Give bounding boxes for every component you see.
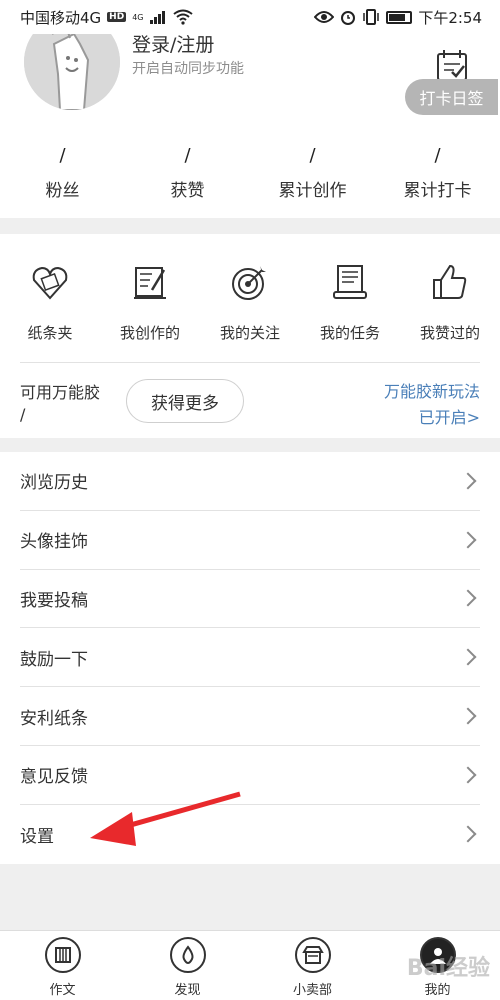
chevron-right-icon (459, 825, 477, 843)
drop-icon (169, 937, 206, 973)
carrier-label: 中国移动4G (20, 8, 102, 27)
shortcut-label: 纸条夹 (27, 324, 73, 342)
stat-value: / (309, 145, 316, 166)
shortcut-label: 我创作的 (119, 324, 180, 342)
stat-checkins[interactable]: / 累计打卡 (375, 128, 500, 218)
glue-row: 可用万能胶 / 获得更多 万能胶新玩法 已开启> (0, 363, 500, 438)
nav-tab-discover[interactable]: 发现 (125, 931, 250, 1000)
menu-item-label: 头像挂饰 (20, 532, 88, 553)
thumbs-up-icon (433, 264, 467, 299)
menu-item-avatar-decoration[interactable]: 头像挂饰 (20, 511, 480, 570)
shortcut-folder[interactable]: 纸条夹 (0, 234, 100, 362)
stat-label: 获赞 (170, 181, 205, 201)
chevron-right-icon (459, 589, 477, 607)
signal-icon (150, 11, 166, 24)
shortcut-tasks[interactable]: 我的任务 (300, 234, 400, 362)
profile-header: 登录/注册 开启自动同步功能 打卡日签 (0, 14, 500, 128)
menu-item-submit[interactable]: 我要投稿 (20, 570, 480, 629)
nav-label: 发现 (174, 983, 201, 998)
chevron-right-icon (459, 707, 477, 725)
stat-value: / (434, 145, 441, 166)
stat-value: / (184, 145, 191, 166)
shortcut-panel: 纸条夹 我创作的 我的关注 我的任务 我赞过的 可用万能胶 / 获得更多 万能胶… (0, 234, 500, 438)
document-pen-icon (134, 267, 166, 299)
chevron-right-icon (459, 766, 477, 784)
login-register-link[interactable]: 登录/注册 (132, 30, 214, 57)
checkin-button[interactable]: 打卡日签 (405, 79, 498, 115)
eye-icon (314, 11, 335, 23)
chevron-right-icon (459, 531, 477, 549)
menu-item-label: 我要投稿 (20, 590, 88, 611)
battery-icon (386, 10, 413, 24)
watermark: Bai经验 (406, 956, 490, 981)
sync-hint: 开启自动同步功能 (132, 61, 244, 77)
stat-value: / (59, 145, 66, 166)
menu-item-recommend[interactable]: 安利纸条 (20, 687, 480, 746)
menu-item-label: 设置 (20, 826, 54, 847)
stat-label: 粉丝 (45, 181, 80, 201)
target-icon (232, 266, 266, 300)
nav-tab-essay[interactable]: 作文 (0, 931, 125, 1000)
stat-followers[interactable]: / 粉丝 (0, 128, 125, 218)
stat-label: 累计打卡 (403, 181, 472, 201)
menu-item-label: 意见反馈 (20, 767, 88, 788)
chevron-right-icon (459, 648, 477, 666)
shortcut-following[interactable]: 我的关注 (200, 234, 300, 362)
settings-menu: 浏览历史 头像挂饰 我要投稿 鼓励一下 安利纸条 意见反馈 设置 (0, 452, 500, 864)
alarm-icon (341, 11, 356, 25)
menu-item-label: 安利纸条 (20, 708, 88, 729)
chevron-right-icon (459, 472, 477, 490)
nav-label: 小卖部 (292, 983, 332, 998)
wifi-icon (173, 9, 194, 25)
annotation-arrow-icon (90, 791, 241, 846)
menu-item-label: 浏览历史 (20, 473, 88, 494)
nav-tab-shop[interactable]: 小卖部 (250, 931, 375, 1000)
shortcut-label: 我赞过的 (419, 324, 480, 342)
clock-label: 下午2:54 (418, 8, 482, 27)
shortcut-label: 我的任务 (319, 324, 380, 342)
new-play-line2: 已开启> (418, 408, 480, 427)
shop-icon (294, 937, 331, 973)
new-play-line1: 万能胶新玩法 (383, 382, 480, 401)
stat-creations[interactable]: / 累计创作 (250, 128, 375, 218)
shortcut-liked[interactable]: 我赞过的 (400, 234, 500, 362)
shortcut-label: 我的关注 (219, 324, 280, 342)
glue-label: 可用万能胶 (20, 383, 101, 402)
hd-badge: HD (107, 12, 127, 22)
scroll-icon (333, 265, 367, 299)
menu-item-encourage[interactable]: 鼓励一下 (20, 628, 480, 688)
stat-likes[interactable]: / 获赞 (125, 128, 250, 218)
stat-label: 累计创作 (278, 181, 347, 201)
network-label: 4G (132, 12, 144, 22)
menu-item-history[interactable]: 浏览历史 (20, 452, 480, 511)
book-icon (44, 937, 81, 973)
shortcut-my-creations[interactable]: 我创作的 (100, 234, 200, 362)
glue-value: / (20, 405, 26, 424)
stats-bar: / 粉丝 / 获赞 / 累计创作 / 累计打卡 (0, 128, 500, 218)
vibrate-icon (363, 9, 380, 25)
menu-item-label: 鼓励一下 (20, 649, 88, 670)
nav-label: 作文 (49, 983, 76, 998)
folder-heart-icon (32, 266, 68, 300)
status-bar: 中国移动4G HD 4G 下午2:54 (0, 0, 500, 34)
new-play-link[interactable]: 万能胶新玩法 已开启> (384, 379, 480, 431)
get-more-button[interactable]: 获得更多 (126, 379, 244, 423)
